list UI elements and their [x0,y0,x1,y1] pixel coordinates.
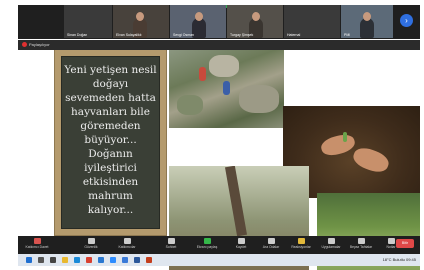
chevron-right-icon[interactable]: › [400,14,413,27]
search-icon[interactable] [38,257,44,263]
participant-name: Turgay Şimşek [230,33,254,37]
control-label: Kaydet [235,245,247,249]
whiteboard-button[interactable]: Beyaz Tahtalar [348,238,374,253]
slide-poem: Yeni yetişen nesil doğayı sevemeden hatta h… [62,63,159,217]
poem-line: sevemeden hatta [65,92,156,104]
weather-text: 18°C Bulutlu [382,257,405,262]
person-add-icon [33,238,41,244]
edge-icon[interactable] [74,257,80,263]
people-button[interactable]: Katılımcılar [114,238,140,253]
system-tray[interactable]: 18°C Bulutlu 09:45 [383,257,416,262]
poem-line: mahrum [88,190,133,202]
people-icon [123,238,131,244]
participant-name: Elvan Sulayaliklı [116,33,142,37]
control-label: Güvenlik [84,245,98,249]
control-label: Notlar [386,245,396,249]
poem-line: göremeden [80,120,141,132]
zoom-meeting-window: Sinan Doğan Elvan Sulayaliklı Sevgi Osma… [0,0,424,270]
notes-icon [387,238,395,244]
person-add-button[interactable]: Katılımcı Davet [24,238,50,253]
record-icon [237,238,245,244]
control-label: Beyaz Tahtalar [349,245,373,249]
apps-button[interactable]: Uygulamalar [318,238,344,253]
store-icon[interactable] [122,257,128,263]
participant-name: Haternal [287,33,301,37]
participant-name: Sevgi Osman [173,33,195,37]
poem-line: iyileştirici [84,162,137,174]
chat-icon [167,238,175,244]
breakout-rooms-button[interactable]: Ara Odalar [258,238,284,253]
control-label: Ekranı paylaş [196,245,218,249]
participant-tile[interactable]: Turgay Şimşek [227,5,283,38]
shield-button[interactable]: Güvenlik [78,238,104,253]
apps-icon [327,238,335,244]
word-icon[interactable] [134,257,140,263]
participant-tile[interactable]: Elvan Sulayaliklı [113,5,169,38]
participant-name: PMI [344,33,351,37]
control-label: Uygulamalar [321,245,341,249]
participant-tile[interactable]: Sinan Doğan [64,5,112,38]
share-toolbar: Paylaşılıyor [18,40,420,50]
notes-button[interactable]: Notlar [378,238,404,253]
participant-strip: Sinan Doğan Elvan Sulayaliklı Sevgi Osma… [18,5,420,39]
control-label: Katılımcı Davet [25,245,49,249]
photo-children-on-rocks [169,45,284,128]
participant-video [360,12,374,38]
poem-line: büyüyor... [84,134,137,146]
zoom-icon[interactable] [110,257,116,263]
recording-icon [22,42,27,47]
chat-button[interactable]: Sohbet [158,238,184,253]
poem-line: etkisinden [82,176,139,188]
poem-line: Doğanın [88,148,133,160]
start-icon[interactable] [26,257,32,263]
clock: 09:45 [405,257,416,262]
task-view-icon[interactable] [50,257,56,263]
share-screen-icon [203,238,211,244]
reactions-button[interactable]: Reaksiyonlar [288,238,314,253]
control-label: Reaksiyonlar [291,245,311,249]
meeting-controls: Bitir Katılımcı Davet Güvenlik Katılımcıla… [18,236,420,254]
whiteboard-icon [357,238,365,244]
breakout-rooms-icon [267,238,275,244]
poem-line: hayvanları bile [71,106,150,118]
control-label: Sohbet [165,245,177,249]
shared-screen: Yeni yetişen nesil doğayı sevemeden hatta h… [18,41,420,270]
chrome-icon[interactable] [86,257,92,263]
participant-tile[interactable]: Haternal [284,5,340,38]
control-label: Katılımcılar [118,245,136,249]
participant-video [192,12,206,38]
poem-line: kalıyor... [87,204,134,216]
participant-tile[interactable]: Sevgi Osman [170,5,226,38]
record-button[interactable]: Kaydet [228,238,254,253]
windows-taskbar: 18°C Bulutlu 09:45 [18,254,420,266]
share-screen-button[interactable]: Ekranı paylaş [194,238,220,253]
participant-name: Sinan Doğan [67,33,88,37]
poem-line: Yeni yetişen nesil [64,64,157,76]
reactions-icon [297,238,305,244]
powerpoint-icon[interactable] [146,257,152,263]
chalkboard-frame: Yeni yetişen nesil doğayı sevemeden hatta h… [54,49,167,236]
mail-icon[interactable] [98,257,104,263]
explorer-icon[interactable] [62,257,68,263]
control-label: Ara Odalar [262,245,280,249]
shield-icon [87,238,95,244]
share-label: Paylaşılıyor [29,42,50,47]
chalkboard: Yeni yetişen nesil doğayı sevemeden hatta h… [61,56,160,229]
poem-line: doğayı [92,78,129,90]
participant-tile[interactable]: PMI [341,5,393,38]
